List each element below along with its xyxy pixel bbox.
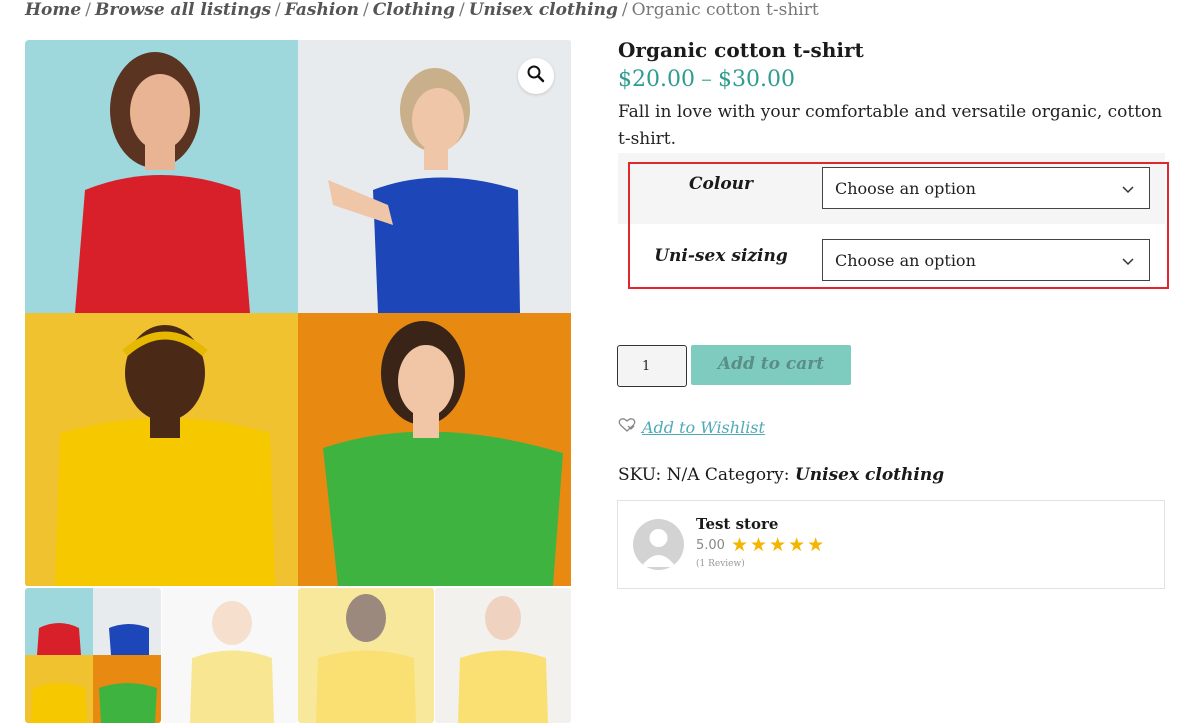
wishlist-label[interactable]: Add to Wishlist — [642, 418, 765, 437]
quantity-input[interactable]: 1 — [617, 345, 687, 387]
add-to-cart-button[interactable]: Add to cart — [691, 345, 851, 385]
breadcrumb-separator: / — [275, 0, 281, 20]
variations-highlight-box — [628, 162, 1169, 289]
product-main-image[interactable] — [25, 40, 572, 587]
breadcrumb-home[interactable]: Home — [25, 0, 81, 20]
sku-value: N/A — [666, 465, 700, 485]
thumbnail-1[interactable] — [25, 588, 161, 723]
thumbnail-3[interactable] — [298, 588, 434, 723]
breadcrumb-separator: / — [459, 0, 465, 20]
breadcrumb: Home / Browse all listings / Fashion / Clothin… — [25, 0, 819, 20]
breadcrumb-fashion[interactable]: Fashion — [285, 0, 359, 20]
thumbnail-2[interactable] — [162, 588, 298, 723]
magnifier-icon — [527, 65, 545, 87]
breadcrumb-separator: / — [363, 0, 369, 20]
image-quadrant-green-tshirt — [298, 313, 571, 586]
breadcrumb-separator: / — [85, 0, 91, 20]
product-meta: SKU: N/A Category: Unisex clothing — [618, 465, 944, 485]
breadcrumb-unisex[interactable]: Unisex clothing — [469, 0, 618, 20]
vendor-review-count: (1 Review) — [696, 559, 745, 569]
thumbnail-4[interactable] — [435, 588, 571, 723]
breadcrumb-current: Organic cotton t-shirt — [631, 0, 819, 20]
breadcrumb-browse[interactable]: Browse all listings — [95, 0, 271, 20]
category-link[interactable]: Unisex clothing — [795, 465, 944, 485]
product-description: Fall in love with your comfortable and v… — [618, 102, 1163, 149]
star-rating-icon: ★★★★★ — [731, 534, 827, 556]
product-title: Organic cotton t-shirt — [618, 38, 864, 62]
vendor-rating: 5.00 — [696, 538, 725, 553]
sku-label: SKU: — [618, 465, 662, 485]
price-separator: – — [700, 67, 712, 92]
breadcrumb-clothing[interactable]: Clothing — [373, 0, 455, 20]
price-min: $20.00 — [618, 67, 695, 92]
vendor-card: Test store 5.00 ★★★★★ (1 Review) — [617, 500, 1165, 589]
product-price: $20.00– $30.00 — [618, 67, 795, 92]
thumbnail-strip — [25, 588, 572, 728]
heart-icon — [618, 417, 636, 437]
image-quadrant-yellow-tshirt — [25, 313, 298, 586]
zoom-button[interactable] — [518, 58, 554, 94]
breadcrumb-separator: / — [621, 0, 628, 20]
add-to-wishlist-link[interactable]: Add to Wishlist — [618, 417, 765, 437]
price-max: $30.00 — [717, 67, 795, 92]
category-label: Category: — [704, 465, 790, 485]
vendor-name[interactable]: Test store — [696, 515, 778, 533]
vendor-avatar[interactable] — [633, 519, 684, 570]
image-quadrant-red-tshirt — [25, 40, 298, 313]
